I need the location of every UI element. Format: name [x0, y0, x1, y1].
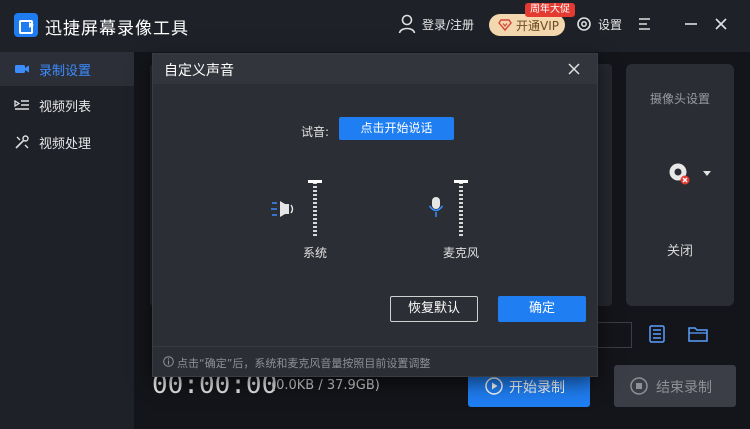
stop-recording-label: 结束录制 [656, 380, 712, 396]
login-register-link[interactable]: 登录/注册 [422, 16, 474, 33]
list-icon[interactable] [648, 325, 666, 343]
webcam-icon[interactable] [668, 162, 692, 186]
promo-badge: 周年大促 [525, 3, 575, 17]
dialog-header: 自定义声音 [153, 54, 597, 84]
stop-circle-icon [630, 377, 648, 395]
vip-label: 开通VIP [516, 19, 559, 33]
stop-recording-button[interactable]: 结束录制 [614, 365, 736, 407]
menu-icon[interactable] [637, 16, 653, 32]
microphone-label: 麦克风 [443, 246, 480, 260]
sidebar: 录制设置 视频列表 视频处理 [0, 52, 134, 429]
play-circle-icon [485, 377, 503, 395]
sidebar-item-video-list[interactable]: 视频列表 [0, 88, 134, 122]
custom-sound-dialog: 自定义声音 试音: 点击开始说话 系统 麦克风 恢复默认 确定 点击“确定”后，… [153, 54, 597, 376]
sidebar-item-label: 视频处理 [39, 137, 92, 152]
microphone-volume-control: 麦克风 [425, 178, 505, 262]
chevron-down-icon[interactable] [702, 170, 712, 178]
start-speaking-button[interactable]: 点击开始说话 [339, 117, 454, 140]
sound-test-label: 试音: [301, 125, 330, 139]
camera-settings-title: 摄像头设置 [649, 92, 710, 106]
sidebar-item-label: 录制设置 [39, 64, 92, 79]
gear-icon[interactable] [576, 16, 592, 32]
folder-icon[interactable] [688, 325, 708, 343]
camera-panel: 摄像头设置 关闭 [626, 64, 734, 306]
microphone-icon [428, 197, 444, 217]
sidebar-item-record-settings[interactable]: 录制设置 [0, 52, 134, 86]
close-icon[interactable] [713, 16, 729, 32]
vip-button[interactable]: 开通VIP [489, 14, 565, 36]
close-icon[interactable] [567, 62, 581, 76]
settings-link[interactable]: 设置 [598, 16, 622, 33]
camera-status: 关闭 [666, 244, 693, 259]
info-icon [163, 356, 174, 367]
user-icon[interactable] [398, 14, 416, 34]
system-label: 系统 [303, 246, 328, 260]
minimize-icon[interactable] [683, 16, 699, 32]
title-bar: 迅捷屏幕录像工具 登录/注册 开通VIP 周年大促 设置 [0, 0, 750, 52]
play-list-icon [14, 99, 29, 110]
system-volume-track[interactable] [313, 182, 317, 238]
system-volume-control: 系统 [271, 178, 351, 262]
sidebar-item-label: 视频列表 [39, 100, 92, 115]
video-camera-icon [15, 65, 29, 73]
diamond-icon [498, 19, 512, 32]
dialog-footer-note: 点击“确定”后，系统和麦克风音量按照目前设置调整 [177, 357, 431, 370]
app-logo-icon [14, 13, 38, 37]
sidebar-item-video-processing[interactable]: 视频处理 [0, 125, 134, 159]
microphone-volume-track[interactable] [459, 182, 463, 238]
restore-defaults-button[interactable]: 恢复默认 [390, 296, 478, 322]
storage-indicator: (0.0KB / 37.9GB) [271, 378, 380, 393]
app-title: 迅捷屏幕录像工具 [45, 19, 189, 39]
speaker-icon [271, 201, 294, 217]
microphone-volume-thumb[interactable] [454, 180, 468, 183]
confirm-button[interactable]: 确定 [498, 296, 586, 322]
system-volume-thumb[interactable] [308, 180, 322, 183]
dialog-title: 自定义声音 [164, 63, 234, 79]
save-path-input[interactable] [598, 322, 632, 348]
tools-icon [15, 135, 29, 149]
start-recording-label: 开始录制 [509, 380, 565, 396]
